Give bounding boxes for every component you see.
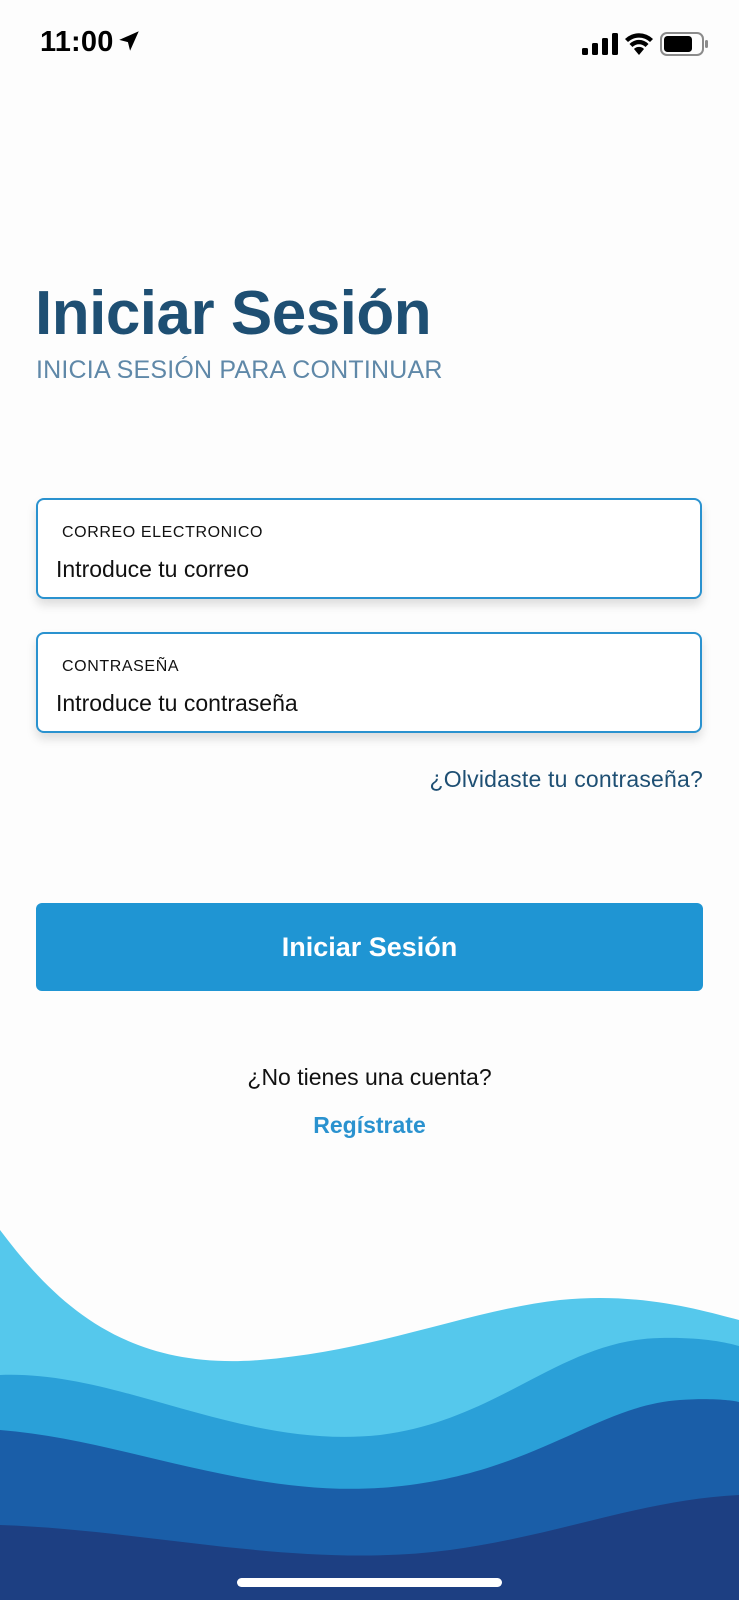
wifi-icon (625, 33, 653, 55)
password-label: CONTRASEÑA (62, 658, 180, 675)
status-bar: 11:00 (0, 0, 739, 90)
password-field[interactable]: CONTRASEÑA (36, 632, 702, 733)
password-input[interactable] (56, 686, 676, 720)
register-link[interactable]: Regístrate (0, 1112, 739, 1139)
status-time: 11:00 (40, 26, 114, 58)
email-label: CORREO ELECTRONICO (62, 524, 264, 541)
location-arrow-icon (119, 31, 139, 51)
email-field[interactable]: CORREO ELECTRONICO (36, 498, 702, 599)
cellular-signal-icon (582, 33, 618, 55)
login-button[interactable]: Iniciar Sesión (36, 903, 703, 991)
battery-icon (660, 32, 708, 56)
home-indicator (237, 1578, 502, 1587)
page-title: Iniciar Sesión (35, 279, 432, 348)
no-account-prompt: ¿No tienes una cuenta? (247, 1064, 492, 1090)
forgot-password-link[interactable]: ¿Olvidaste tu contraseña? (430, 766, 703, 793)
wave-decoration (0, 1230, 739, 1600)
page-subtitle: INICIA SESIÓN PARA CONTINUAR (36, 356, 443, 384)
email-input[interactable] (56, 552, 676, 586)
